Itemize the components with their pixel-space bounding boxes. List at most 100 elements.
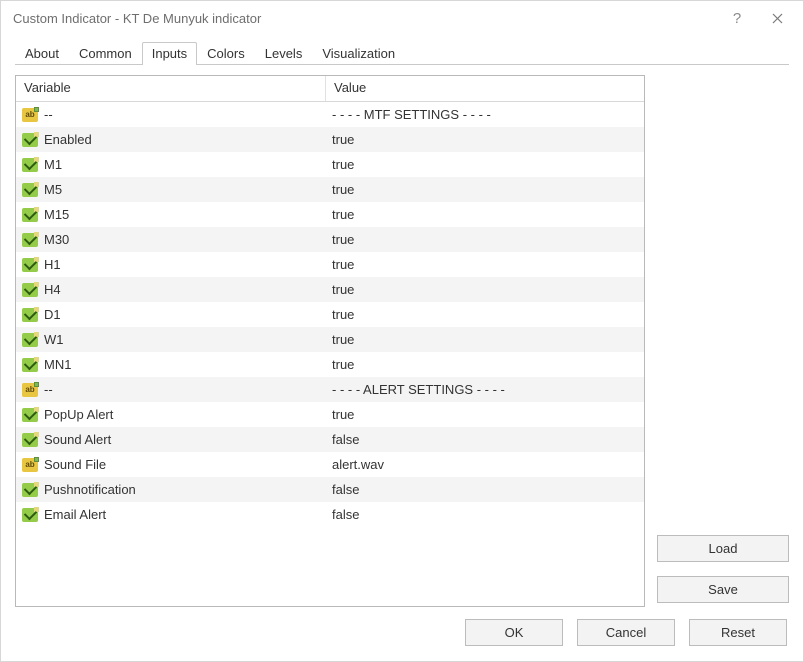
bool-type-icon <box>22 283 38 297</box>
bool-type-icon <box>22 358 38 372</box>
table-row[interactable]: -- - - - - ALERT SETTINGS - - - - <box>16 377 644 402</box>
variable-cell: M30 <box>16 227 326 252</box>
table-row[interactable]: Sound Alertfalse <box>16 427 644 452</box>
tab-levels[interactable]: Levels <box>255 42 313 65</box>
cancel-button[interactable]: Cancel <box>577 619 675 646</box>
value-cell[interactable]: true <box>326 402 644 427</box>
value-cell[interactable]: true <box>326 152 644 177</box>
value-cell[interactable]: alert.wav <box>326 452 644 477</box>
table-row[interactable]: W1 true <box>16 327 644 352</box>
value-text: true <box>332 207 354 222</box>
table-row[interactable]: -- - - - - MTF SETTINGS - - - - <box>16 102 644 127</box>
string-type-icon <box>22 383 38 397</box>
value-text: true <box>332 182 354 197</box>
value-cell[interactable]: false <box>326 502 644 527</box>
variable-cell: -- <box>16 102 326 127</box>
variable-name: -- <box>44 107 53 122</box>
tab-colors[interactable]: Colors <box>197 42 255 65</box>
value-cell[interactable]: - - - - ALERT SETTINGS - - - - <box>326 377 644 402</box>
value-cell[interactable]: false <box>326 427 644 452</box>
footer: OK Cancel Reset <box>1 613 803 661</box>
variable-name: Enabled <box>44 132 92 147</box>
variable-cell: MN1 <box>16 352 326 377</box>
variable-name: -- <box>44 382 53 397</box>
value-cell[interactable]: false <box>326 477 644 502</box>
table-row[interactable]: PopUp Alert true <box>16 402 644 427</box>
tab-strip: About Common Inputs Colors Levels Visual… <box>1 35 803 65</box>
variable-name: PopUp Alert <box>44 407 113 422</box>
variable-cell: Enabled <box>16 127 326 152</box>
value-text: alert.wav <box>332 457 384 472</box>
variable-cell: PopUp Alert <box>16 402 326 427</box>
dialog-window: Custom Indicator - KT De Munyuk indicato… <box>0 0 804 662</box>
bool-type-icon <box>22 133 38 147</box>
table-header: Variable Value <box>16 76 644 102</box>
side-buttons: Load Save <box>657 75 789 607</box>
table-row[interactable]: M1 true <box>16 152 644 177</box>
bool-type-icon <box>22 308 38 322</box>
table-row[interactable]: Enabled true <box>16 127 644 152</box>
variable-name: MN1 <box>44 357 71 372</box>
table-row[interactable]: M30 true <box>16 227 644 252</box>
value-text: true <box>332 132 354 147</box>
value-text: true <box>332 257 354 272</box>
variable-cell: W1 <box>16 327 326 352</box>
tab-common[interactable]: Common <box>69 42 142 65</box>
column-header-variable[interactable]: Variable <box>16 76 326 101</box>
value-cell[interactable]: true <box>326 327 644 352</box>
variable-name: M15 <box>44 207 69 222</box>
table-row[interactable]: Pushnotificationfalse <box>16 477 644 502</box>
titlebar: Custom Indicator - KT De Munyuk indicato… <box>1 1 803 35</box>
value-cell[interactable]: true <box>326 352 644 377</box>
variable-cell: H4 <box>16 277 326 302</box>
save-button[interactable]: Save <box>657 576 789 603</box>
value-text: true <box>332 407 354 422</box>
value-cell[interactable]: true <box>326 127 644 152</box>
value-text: true <box>332 332 354 347</box>
bool-type-icon <box>22 408 38 422</box>
load-button[interactable]: Load <box>657 535 789 562</box>
variable-name: H1 <box>44 257 61 272</box>
value-cell[interactable]: true <box>326 177 644 202</box>
bool-type-icon <box>22 433 38 447</box>
help-button[interactable]: ? <box>717 3 757 33</box>
tab-visualization[interactable]: Visualization <box>312 42 405 65</box>
close-icon <box>772 13 783 24</box>
value-cell[interactable]: true <box>326 252 644 277</box>
value-cell[interactable]: true <box>326 302 644 327</box>
close-button[interactable] <box>757 3 797 33</box>
ok-button[interactable]: OK <box>465 619 563 646</box>
table-row[interactable]: Email Alert false <box>16 502 644 527</box>
variable-cell: Email Alert <box>16 502 326 527</box>
value-cell[interactable]: true <box>326 277 644 302</box>
value-cell[interactable]: - - - - MTF SETTINGS - - - - <box>326 102 644 127</box>
variable-name: M30 <box>44 232 69 247</box>
value-text: false <box>332 507 359 522</box>
table-row[interactable]: M15 true <box>16 202 644 227</box>
table-row[interactable]: H1 true <box>16 252 644 277</box>
bool-type-icon <box>22 183 38 197</box>
value-cell[interactable]: true <box>326 202 644 227</box>
reset-button[interactable]: Reset <box>689 619 787 646</box>
variable-cell: -- <box>16 377 326 402</box>
string-type-icon <box>22 108 38 122</box>
variable-name: M1 <box>44 157 62 172</box>
tab-about[interactable]: About <box>15 42 69 65</box>
variable-cell: M1 <box>16 152 326 177</box>
variable-cell: Sound File <box>16 452 326 477</box>
table-row[interactable]: M5true <box>16 177 644 202</box>
tab-inputs[interactable]: Inputs <box>142 42 197 65</box>
value-cell[interactable]: true <box>326 227 644 252</box>
table-row[interactable]: MN1 true <box>16 352 644 377</box>
value-text: - - - - MTF SETTINGS - - - - <box>332 107 491 122</box>
value-text: true <box>332 357 354 372</box>
table-row[interactable]: D1 true <box>16 302 644 327</box>
variable-name: Sound File <box>44 457 106 472</box>
table-row[interactable]: H4true <box>16 277 644 302</box>
bool-type-icon <box>22 158 38 172</box>
variable-cell: H1 <box>16 252 326 277</box>
column-header-value[interactable]: Value <box>326 76 644 101</box>
variable-name: W1 <box>44 332 64 347</box>
table-row[interactable]: Sound File alert.wav <box>16 452 644 477</box>
variable-name: D1 <box>44 307 61 322</box>
